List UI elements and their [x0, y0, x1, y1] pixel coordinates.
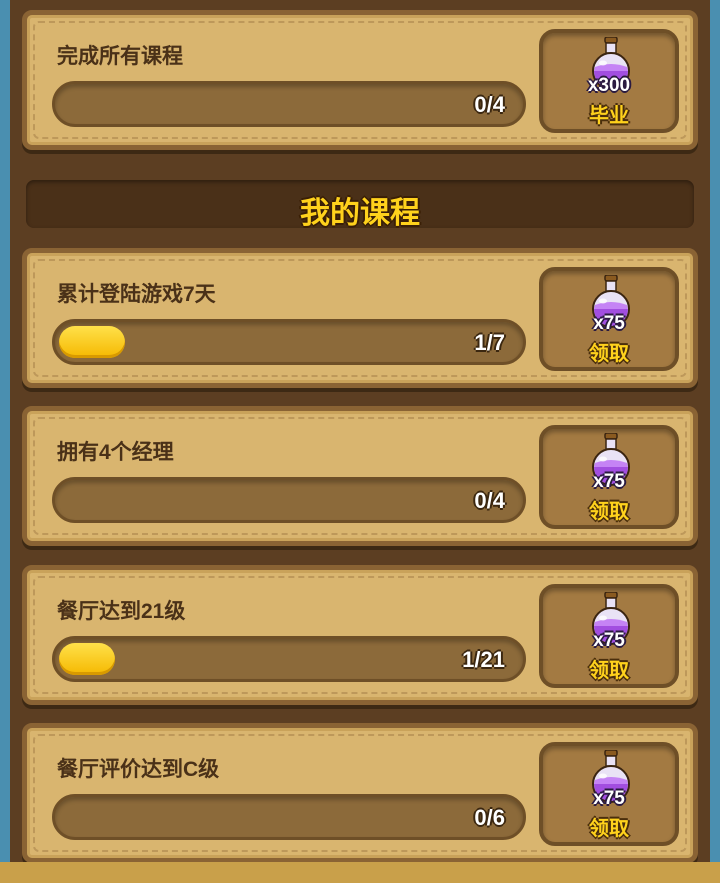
course-title: 累计登陆游戏7天 — [57, 283, 216, 306]
claim-reward-button[interactable]: x75 领取 — [539, 584, 679, 688]
course-card: 餐厅评价达到C级 0/6 x75 领取 — [22, 723, 698, 863]
section-title: 我的课程 — [300, 197, 420, 230]
progress-text: 1/7 — [474, 330, 505, 355]
course-title: 餐厅达到21级 — [57, 600, 186, 623]
progress-bar: 1/21 — [52, 636, 526, 682]
course-card: 拥有4个经理 0/4 x75 领取 — [22, 406, 698, 546]
frame-right-edge — [710, 0, 720, 883]
frame-left-edge — [0, 0, 10, 883]
task-title: 完成所有课程 — [57, 45, 183, 68]
section-header: 我的课程 — [26, 180, 694, 230]
reward-label: 领取 — [589, 660, 629, 682]
claim-reward-button[interactable]: x75 领取 — [539, 742, 679, 846]
reward-quantity: x75 — [593, 630, 625, 651]
course-title: 拥有4个经理 — [57, 441, 174, 464]
progress-bar: 0/4 — [52, 81, 526, 127]
graduate-reward-button[interactable]: x300 毕业 — [539, 29, 679, 133]
bottom-strip — [0, 862, 720, 883]
course-card: 餐厅达到21级 1/21 x75 领取 — [22, 565, 698, 705]
progress-fill — [59, 326, 125, 358]
claim-reward-button[interactable]: x75 领取 — [539, 267, 679, 371]
progress-bar: 1/7 — [52, 319, 526, 365]
reward-label: 领取 — [589, 818, 629, 840]
progress-bar: 0/6 — [52, 794, 526, 840]
progress-text: 0/6 — [474, 805, 505, 830]
reward-label: 领取 — [589, 343, 629, 365]
graduation-task-card: 完成所有课程 0/4 x300 毕业 — [22, 10, 698, 150]
claim-reward-button[interactable]: x75 领取 — [539, 425, 679, 529]
progress-bar: 0/4 — [52, 477, 526, 523]
progress-text: 0/4 — [474, 488, 505, 513]
reward-quantity: x75 — [593, 788, 625, 809]
reward-label: 领取 — [589, 501, 629, 523]
reward-quantity: x75 — [593, 471, 625, 492]
progress-text: 1/21 — [462, 647, 505, 672]
course-card: 累计登陆游戏7天 1/7 x75 领取 — [22, 248, 698, 388]
course-title: 餐厅评价达到C级 — [57, 758, 220, 781]
reward-label: 毕业 — [589, 105, 629, 127]
progress-text: 0/4 — [474, 92, 505, 117]
progress-fill — [59, 643, 115, 675]
reward-quantity: x75 — [593, 313, 625, 334]
reward-quantity: x300 — [587, 75, 631, 96]
